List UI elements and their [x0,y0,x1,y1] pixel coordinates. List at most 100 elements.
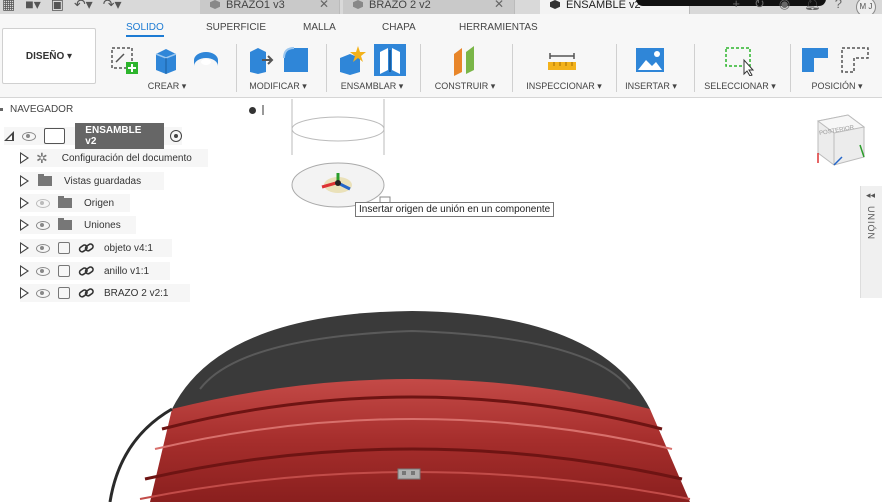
revert-position-icon[interactable] [840,44,872,76]
tab-malla[interactable]: MALLA [303,22,336,33]
offset-plane-icon[interactable] [448,44,480,76]
document-tab[interactable]: BRAZO 2 v2 ✕ [343,0,515,14]
extrude-icon[interactable] [150,44,182,76]
fillet-icon[interactable] [280,44,312,76]
data-panel-icon[interactable]: ▦ [2,0,15,13]
link-icon [78,266,94,276]
joint-icon[interactable] [374,44,406,76]
collapse-triangle-icon[interactable] [4,131,14,141]
close-tab-icon[interactable]: ✕ [494,0,504,10]
press-pull-icon[interactable] [242,44,274,76]
tab-solido[interactable]: SOLIDO [126,22,164,37]
quick-access-toolbar: ▦ ■▾ ▣ ↶▾ ↷▾ [0,0,121,13]
user-avatar[interactable]: M J [856,0,876,14]
visibility-eye-icon[interactable] [36,243,50,253]
component-cube-icon [210,0,220,9]
measure-icon[interactable] [546,44,578,76]
tree-item[interactable]: objeto v4:1 [20,239,172,257]
notifications-icon[interactable]: ◉ [779,0,790,14]
expand-triangle-icon[interactable] [20,152,30,164]
select-group-label[interactable]: SELECCIONAR ▾ [698,81,782,92]
view-cube[interactable] [816,114,866,166]
separator [420,44,421,92]
separator [616,44,617,92]
select-window-icon[interactable] [724,44,756,76]
tree-item[interactable]: Origen [20,194,130,212]
red-part-model [108,311,691,502]
close-tab-icon[interactable]: ✕ [319,0,329,10]
folder-icon [38,174,52,186]
navigator-options-icon[interactable] [249,107,256,114]
inspect-group-label[interactable]: INSPECCIONAR ▾ [516,81,612,92]
redo-icon[interactable]: ↷▾ [103,0,122,13]
capture-position-icon[interactable] [800,44,832,76]
workspace-button[interactable]: DISEÑO ▾ [2,28,96,84]
help-icon[interactable]: ? [835,0,842,14]
visibility-eye-icon[interactable] [36,288,50,298]
tree-item[interactable]: BRAZO 2 v2:1 [20,284,190,302]
tab-herramientas[interactable]: HERRAMIENTAS [459,22,538,33]
component-box-icon [58,265,70,277]
visibility-eye-icon[interactable] [36,266,50,276]
folder-icon [58,196,72,208]
tree-item-label: Vistas guardadas [64,175,142,187]
create-group: CREAR ▾ [104,38,230,96]
history-icon[interactable]: ↻ [754,0,765,14]
undo-icon[interactable]: ↶▾ [74,0,93,13]
visibility-eye-icon[interactable] [21,131,36,141]
alerts-icon[interactable]: 🔔︎ [804,0,821,14]
select-group: SELECCIONAR ▾ [698,38,782,96]
expand-triangle-icon[interactable] [20,175,30,187]
expand-triangle-icon[interactable] [20,197,30,209]
inspect-group: INSPECCIONAR ▾ [516,38,612,96]
tab-superficie[interactable]: SUPERFICIE [206,22,266,33]
link-icon [78,243,94,253]
tree-item-label: Uniones [84,219,121,231]
document-tab[interactable]: BRAZO1 v3 ✕ [200,0,340,14]
create-sketch-icon[interactable] [108,44,140,76]
visibility-eye-icon[interactable] [36,220,50,230]
tree-item[interactable]: anillo v1:1 [20,262,170,280]
panel-grip-icon[interactable] [0,108,3,111]
revolve-icon[interactable] [190,44,222,76]
expand-triangle-icon[interactable] [20,219,30,231]
expand-triangle-icon[interactable] [20,265,30,277]
document-tab-label: BRAZO 2 v2 [369,0,431,11]
component-box-icon [58,287,70,299]
activate-radio-icon[interactable] [170,130,182,142]
position-group-label[interactable]: POSICIÓN ▾ [794,81,880,92]
expand-triangle-icon[interactable] [20,242,30,254]
tree-item-label: Configuración del documento [61,152,192,164]
insert-group: INSERTAR ▾ [620,38,682,96]
insert-image-icon[interactable] [634,44,666,76]
ribbon-toolbar: DISEÑO ▾ SOLIDO SUPERFICIE MALLA CHAPA H… [0,14,882,98]
create-group-label[interactable]: CREAR ▾ [104,81,230,92]
file-menu-icon[interactable]: ■▾ [25,0,40,13]
insert-group-label[interactable]: INSERTAR ▾ [620,81,682,92]
tab-chapa[interactable]: CHAPA [382,22,416,33]
separator [694,44,695,92]
tree-root-row[interactable]: ENSAMBLE v2 [4,123,182,149]
add-tab-icon[interactable]: + [732,0,740,14]
tree-item[interactable]: Uniones [20,216,136,234]
tree-root-label: ENSAMBLE v2 [75,123,165,149]
joint-panel-collapsed[interactable] [860,186,882,298]
save-icon[interactable]: ▣ [51,0,64,13]
assembly-component-icon [43,128,66,144]
expand-triangle-icon[interactable] [20,287,30,299]
construct-group-label[interactable]: CONSTRUIR ▾ [424,81,506,92]
tree-item[interactable]: Vistas guardadas [20,172,164,190]
construct-group: CONSTRUIR ▾ [424,38,506,96]
expand-panel-icon[interactable]: ◂◂ [866,190,875,201]
component-cube-icon [550,0,560,9]
assemble-group-label[interactable]: ENSAMBLAR ▾ [330,81,414,92]
navigator-header: NAVEGADOR [0,101,268,119]
folder-icon [58,218,72,230]
new-component-icon[interactable] [336,44,368,76]
modify-group-label[interactable]: MODIFICAR ▾ [240,81,316,92]
separator [326,44,327,92]
navigator-collapse-icon[interactable] [262,105,264,115]
tree-item[interactable]: ✲ Configuración del documento [20,149,208,167]
tree-item-label: BRAZO 2 v2:1 [104,287,169,299]
visibility-eye-icon[interactable] [36,198,50,208]
